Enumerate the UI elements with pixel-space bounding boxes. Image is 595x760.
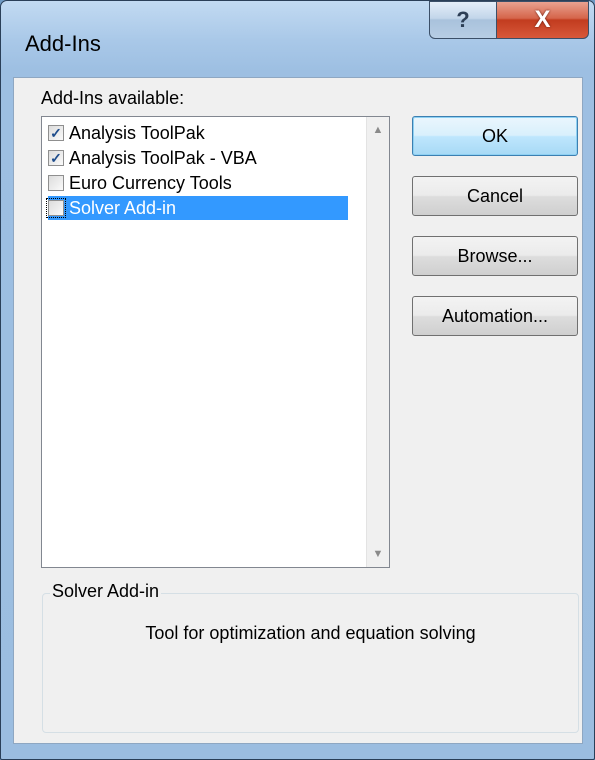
- list-item[interactable]: Euro Currency Tools: [48, 171, 232, 195]
- addin-label: Solver Add-in: [69, 197, 177, 218]
- cancel-button[interactable]: Cancel: [412, 176, 578, 216]
- check-icon: ✓: [50, 125, 62, 141]
- list-item[interactable]: ✓ Analysis ToolPak - VBA: [48, 146, 257, 170]
- addin-label: Analysis ToolPak - VBA: [69, 147, 257, 168]
- dialog-body: Add-Ins available: ✓ Analysis ToolPak ✓ …: [13, 77, 583, 744]
- ok-button[interactable]: OK: [412, 116, 578, 156]
- addin-checkbox[interactable]: [48, 175, 64, 191]
- description-text: Tool for optimization and equation solvi…: [145, 623, 476, 643]
- addin-checkbox[interactable]: ✓: [48, 125, 64, 141]
- description-groupbox: [42, 593, 579, 733]
- title-bar[interactable]: Add-Ins ? X: [1, 1, 594, 77]
- automation-button[interactable]: Automation...: [412, 296, 578, 336]
- check-icon: ✓: [50, 150, 62, 166]
- addins-listbox[interactable]: ✓ Analysis ToolPak ✓ Analysis ToolPak - …: [41, 116, 390, 568]
- browse-button[interactable]: Browse...: [412, 236, 578, 276]
- addins-dialog: Add-Ins ? X Add-Ins available: ✓ Analysi…: [0, 0, 595, 760]
- help-icon: ?: [456, 7, 470, 32]
- addin-checkbox[interactable]: [46, 198, 66, 218]
- help-button[interactable]: ?: [429, 1, 497, 39]
- addin-label: Euro Currency Tools: [69, 172, 232, 193]
- addins-available-label: Add-Ins available:: [41, 88, 185, 108]
- close-icon: X: [534, 6, 551, 33]
- listbox-scrollbar[interactable]: ▲ ▼: [366, 117, 389, 567]
- list-item[interactable]: ✓ Analysis ToolPak: [48, 121, 205, 145]
- close-button[interactable]: X: [496, 1, 589, 39]
- scroll-up-icon[interactable]: ▲: [367, 119, 389, 141]
- addin-checkbox[interactable]: ✓: [48, 150, 64, 166]
- list-item-selected[interactable]: Solver Add-in: [46, 196, 348, 220]
- description-title: Solver Add-in: [50, 581, 162, 602]
- addin-label: Analysis ToolPak: [69, 122, 205, 143]
- window-title: Add-Ins: [25, 31, 101, 56]
- scroll-down-icon[interactable]: ▼: [367, 543, 389, 565]
